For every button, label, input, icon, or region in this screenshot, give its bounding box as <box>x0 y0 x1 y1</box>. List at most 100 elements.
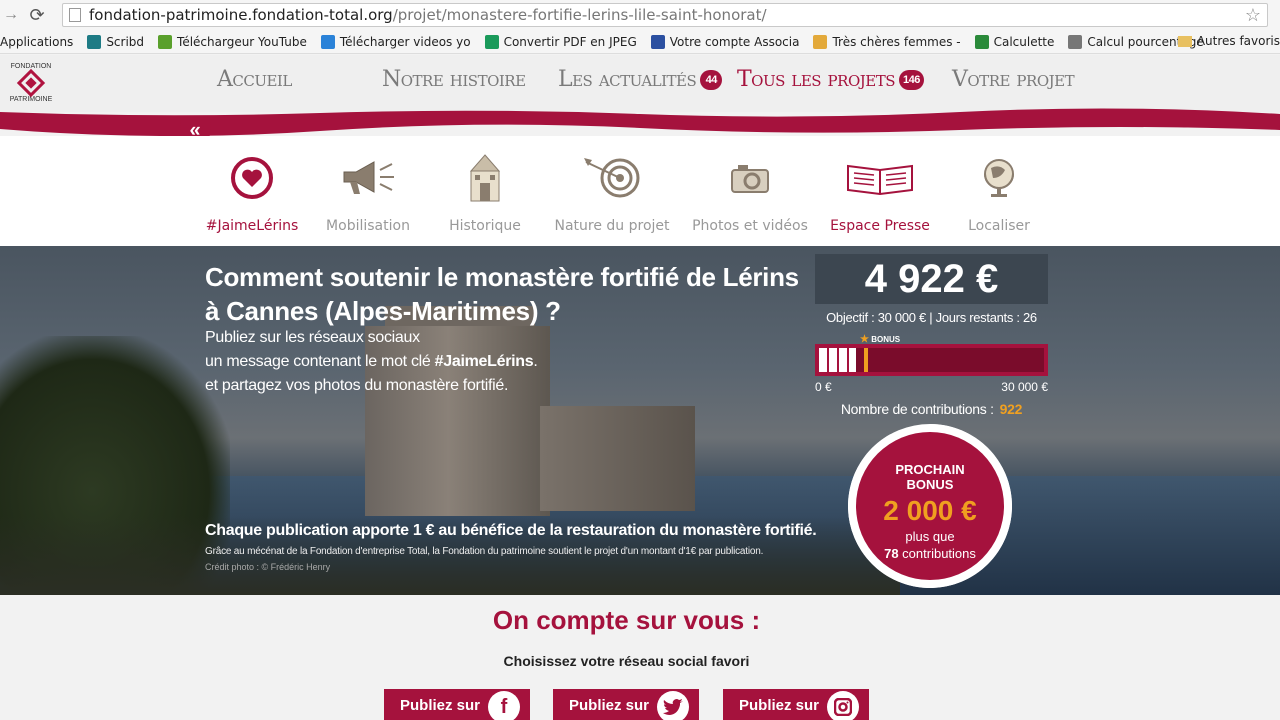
nav-votre-projet[interactable]: Votre projet <box>952 67 1075 92</box>
nav-label: Tous les projets <box>737 67 896 92</box>
subnav-localiser[interactable]: Localiser <box>929 152 1069 234</box>
bookmark-calculette[interactable]: Calculette <box>974 34 1055 49</box>
globe-icon <box>929 152 1069 204</box>
hero-sub-text: . <box>533 353 538 370</box>
bookmark-applications[interactable]: Applications <box>0 35 73 49</box>
url-host: fondation-patrimoine.fondation-total.org <box>89 6 393 24</box>
bookmark-youtube-downloader[interactable]: Téléchargeur YouTube <box>158 34 307 49</box>
hashtag: #JaimeLérins <box>434 353 534 370</box>
address-bar[interactable]: fondation-patrimoine.fondation-total.org… <box>62 3 1268 27</box>
subnav-label: Photos et vidéos <box>692 218 808 234</box>
nav-label: Accueil <box>217 67 292 92</box>
scribd-icon <box>87 34 102 49</box>
heart-hands-icon <box>813 34 828 49</box>
nav-label: Les actualités <box>558 67 697 92</box>
hero-castle-wall <box>540 406 695 511</box>
nav-tous-les-projets[interactable]: Tous les projets 146 <box>737 67 924 92</box>
hero-banner: Comment soutenir le monastère fortifié d… <box>0 246 1280 595</box>
twitter-icon <box>657 691 689 720</box>
bonus-title-line: BONUS <box>906 477 954 492</box>
convert-icon <box>484 34 499 49</box>
page-icon <box>69 8 81 22</box>
bookmark-label: Scribd <box>106 34 145 49</box>
bonus-unit: contributions <box>898 546 976 561</box>
next-bonus-circle: PROCHAIN BONUS 2 000 € plus que 78 contri… <box>848 424 1012 588</box>
subnav-label: Nature du projet <box>554 218 670 234</box>
nav-label: Notre histoire <box>382 67 526 92</box>
publish-twitter-button[interactable]: Publiez sur <box>553 689 699 720</box>
bookmark-label: Très chères femmes - <box>832 34 961 49</box>
objective-text: Objectif : 30 000 € | Jours restants : 2… <box>826 310 1037 325</box>
publish-label: Publiez sur <box>739 696 820 714</box>
building-icon <box>415 152 555 204</box>
camera-icon <box>680 152 820 204</box>
cta-section: On compte sur vous : Choisissez votre ré… <box>0 595 1280 720</box>
bookmark-scribd[interactable]: Scribd <box>87 34 145 49</box>
cta-subtitle: Choisissez votre réseau social favori <box>503 653 750 669</box>
hero-mecenat-note: Grâce au mécénat de la Fondation d'entre… <box>205 546 764 557</box>
download-icon <box>158 34 173 49</box>
calculator-icon <box>974 34 989 49</box>
bookmark-download-videos[interactable]: Télécharger videos yo <box>320 34 471 49</box>
bookmark-pdf-jpeg[interactable]: Convertir PDF en JPEG <box>484 34 637 49</box>
bonus-title: PROCHAIN BONUS <box>856 462 1004 492</box>
bookmark-label: Convertir PDF en JPEG <box>503 34 637 49</box>
publish-instagram-button[interactable]: Publiez sur <box>723 689 869 720</box>
progress-fill <box>819 348 856 372</box>
bookmark-star-icon[interactable]: ☆ <box>1245 5 1261 26</box>
project-subnav: #JaimeLérins Mobilisation Historique Nat… <box>0 136 1280 246</box>
projets-count-badge: 146 <box>899 69 924 90</box>
hero-title: Comment soutenir le monastère fortifié d… <box>205 262 799 326</box>
site-header: FONDATION PATRIMOINE Accueil Notre histo… <box>0 55 1280 112</box>
scale-max: 30 000 € <box>1001 380 1048 394</box>
percent-icon <box>1068 34 1083 49</box>
hero-sub-text: un message contenant le mot clé <box>205 353 435 370</box>
nav-accueil[interactable]: Accueil <box>217 67 292 92</box>
bonus-amount: 2 000 € <box>883 495 977 526</box>
bookmarks-bar: Applications Scribd Téléchargeur YouTube… <box>0 30 1280 54</box>
subnav-photos-videos[interactable]: Photos et vidéos <box>680 152 820 234</box>
instagram-icon <box>827 691 859 720</box>
folder-icon <box>1177 35 1192 47</box>
collected-amount: 4 922 € <box>815 254 1048 304</box>
nav-actualites[interactable]: Les actualités 44 <box>558 67 723 92</box>
contrib-label: Nombre de contributions : <box>840 401 994 417</box>
reload-icon[interactable]: ⟳ <box>22 5 52 26</box>
bookmark-label: Calculette <box>993 34 1055 49</box>
bonus-marker <box>864 348 868 372</box>
bookmark-cheres-femmes[interactable]: Très chères femmes - <box>813 34 961 49</box>
bonus-label-text: BONUS <box>871 335 901 344</box>
contributions-count: Nombre de contributions : 922 <box>815 401 1048 417</box>
browser-toolbar: → ⟳ fondation-patrimoine.fondation-total… <box>0 0 1280 30</box>
publish-label: Publiez sur <box>400 696 481 714</box>
other-bookmarks[interactable]: Autres favoris <box>1177 34 1280 48</box>
bookmark-label: Votre compte Associa <box>669 34 800 49</box>
hero-sub-line: et partagez vos photos du monastère fort… <box>205 377 509 394</box>
vca-icon <box>650 34 665 49</box>
nav-notre-histoire[interactable]: Notre histoire <box>382 67 526 92</box>
subnav-label: Localiser <box>968 218 1030 234</box>
main-nav: Accueil Notre histoire Les actualités 44 … <box>0 67 1280 101</box>
hero-sub-line: un message contenant le mot clé #JaimeLé… <box>205 350 765 374</box>
hero-instructions: Publiez sur les réseaux sociaux un messa… <box>205 326 765 398</box>
url-path: /projet/monastere-fortifie-lerins-lile-s… <box>392 6 767 24</box>
publish-facebook-button[interactable]: Publiez sur f <box>384 689 530 720</box>
bookmark-compte-associa[interactable]: Votre compte Associa <box>650 34 800 49</box>
facebook-icon: f <box>488 691 520 720</box>
forward-icon[interactable]: → <box>0 6 22 24</box>
bonus-title-line: PROCHAIN <box>895 462 965 477</box>
photo-credit: Crédit photo : © Frédéric Henry <box>205 562 331 572</box>
bonus-line: plus que <box>905 529 955 544</box>
progress-track <box>819 348 1044 372</box>
funding-progress-bar <box>815 344 1048 376</box>
bonus-count: 78 <box>884 546 899 561</box>
nav-label: Votre projet <box>952 67 1075 92</box>
cta-title: On compte sur vous : <box>492 605 761 635</box>
target-arrow-icon <box>542 152 682 204</box>
actualites-count-badge: 44 <box>700 69 723 90</box>
bookmark-label: Télécharger videos yo <box>339 34 471 49</box>
subnav-nature-projet[interactable]: Nature du projet <box>542 152 682 234</box>
subnav-historique[interactable]: Historique <box>415 152 555 234</box>
hero-publication-note: Chaque publication apporte 1 € au bénéfi… <box>205 522 817 539</box>
video-icon <box>320 34 335 49</box>
